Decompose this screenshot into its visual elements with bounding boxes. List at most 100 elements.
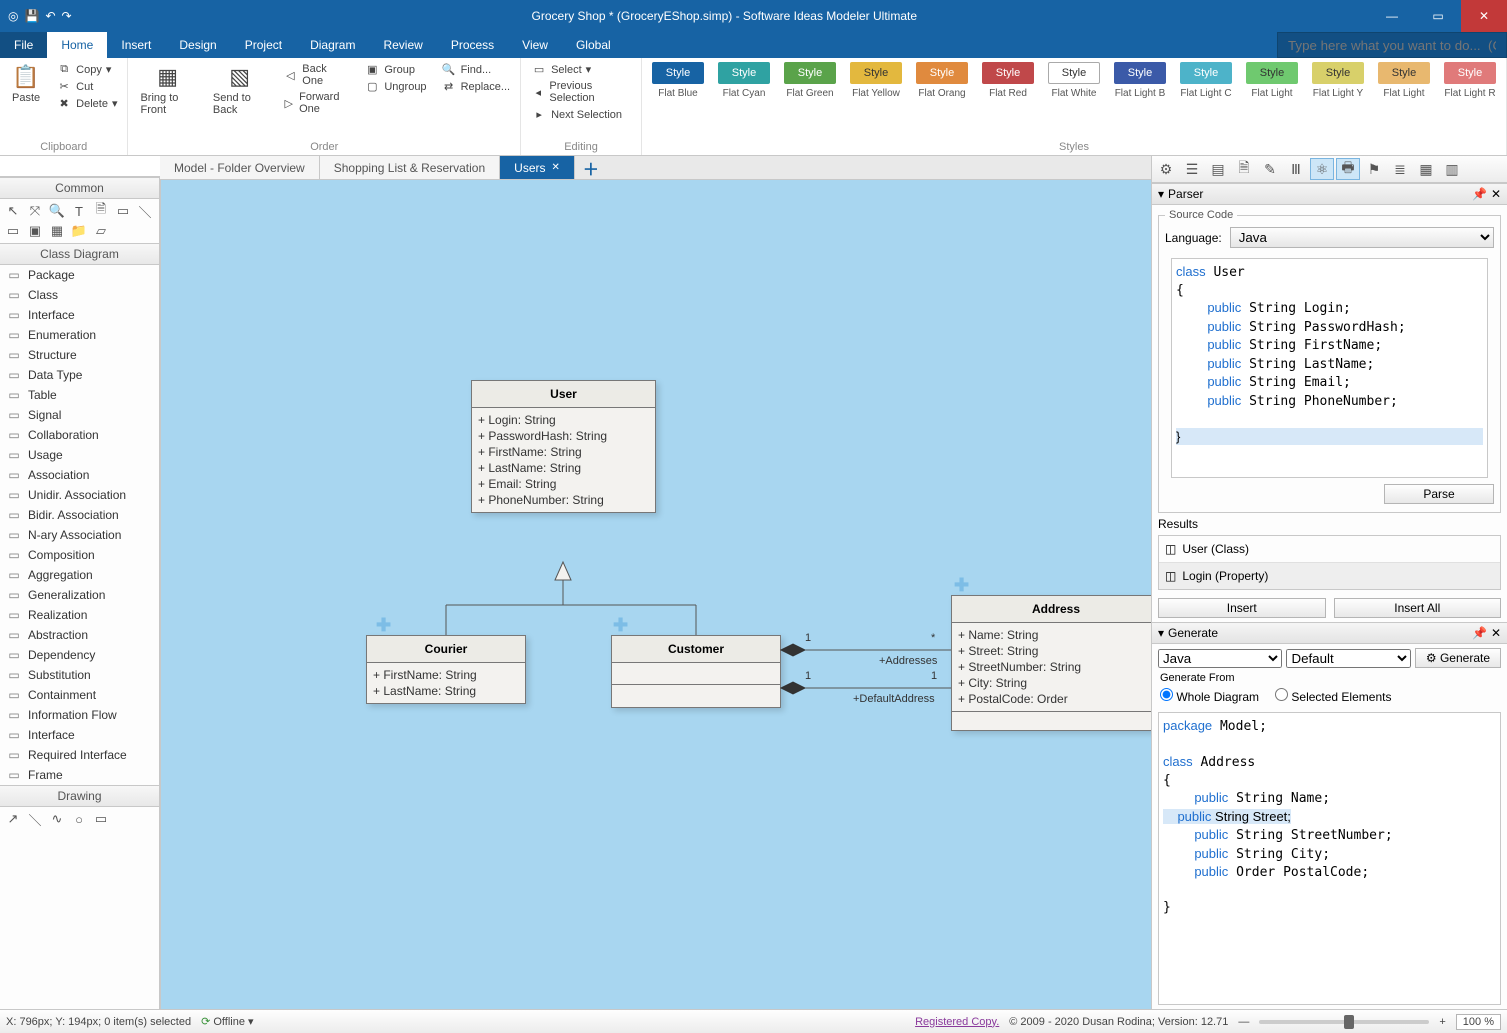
panel-icon[interactable]: ▦ [1414,158,1438,180]
toolbox-item[interactable]: ▭Substitution [0,665,159,685]
draw-ellipse-icon[interactable]: ○ [70,811,88,827]
panel-icon[interactable]: ▥ [1440,158,1464,180]
class-user[interactable]: User + Login: String+ PasswordHash: Stri… [471,380,656,513]
style-swatch[interactable]: StyleFlat Light C [1180,62,1232,99]
add-tab-button[interactable]: ＋ [575,156,607,179]
bring-front-button[interactable]: ▦Bring to Front [136,62,198,118]
tab-insert[interactable]: Insert [107,32,165,58]
parser-panel-icon[interactable]: ⚛ [1310,158,1334,180]
add-element-icon[interactable]: ✚ [376,615,391,636]
doc-tab-users[interactable]: Users✕ [500,156,575,179]
diagram-canvas[interactable]: User + Login: String+ PasswordHash: Stri… [161,180,1151,1009]
toolbox-item[interactable]: ▭Unidir. Association [0,485,159,505]
draw-curve-icon[interactable]: ∿ [48,811,66,827]
panel-icon[interactable]: ✎ [1258,158,1282,180]
redo-icon[interactable]: ↷ [62,9,72,23]
pin-icon[interactable]: 📌 [1472,187,1487,201]
radio-whole-diagram[interactable]: Whole Diagram [1160,688,1259,704]
generate-panel-icon[interactable]: 🖶 [1336,158,1360,180]
save-icon[interactable]: 💾 [24,9,39,23]
tab-view[interactable]: View [508,32,562,58]
insert-button[interactable]: Insert [1158,598,1326,618]
text-tool-icon[interactable]: T [70,203,88,219]
tab-home[interactable]: Home [47,32,107,58]
pin-icon[interactable]: 📌 [1472,626,1487,640]
ungroup-button[interactable]: ▢Ungroup [362,79,428,94]
replace-button[interactable]: ⇄Replace... [439,79,513,94]
registered-link[interactable]: Registered Copy. [915,1016,999,1028]
toolbox-item[interactable]: ▭Composition [0,545,159,565]
style-swatch[interactable]: StyleFlat Cyan [718,62,770,99]
panel-icon[interactable]: ▤ [1206,158,1230,180]
style-swatch[interactable]: StyleFlat Light B [1114,62,1166,99]
style-swatch[interactable]: StyleFlat Light [1246,62,1298,99]
toolbox-item[interactable]: ▭Abstraction [0,625,159,645]
toolbox-item[interactable]: ▭Package [0,265,159,285]
panel-icon[interactable]: ⚑ [1362,158,1386,180]
minimize-button[interactable]: — [1369,0,1415,32]
tab-tool-icon[interactable]: ▱ [92,223,110,239]
generate-button[interactable]: ⚙ Generate [1415,648,1501,668]
language-select[interactable]: Java [1230,227,1494,248]
radio-selected-elements[interactable]: Selected Elements [1275,688,1391,704]
draw-line-icon[interactable]: ＼ [26,811,44,827]
class-customer[interactable]: Customer [611,635,781,708]
panel-icon[interactable]: ≣ [1388,158,1412,180]
group-button[interactable]: ▣Group [362,62,428,77]
toolbox-item[interactable]: ▭Interface [0,305,159,325]
style-swatch[interactable]: StyleFlat Light Y [1312,62,1364,99]
toolbox-item[interactable]: ▭Signal [0,405,159,425]
toolbox-item[interactable]: ▭Required Interface [0,745,159,765]
next-selection-button[interactable]: ▸Next Selection [529,107,633,122]
cut-button[interactable]: ✂Cut [54,79,119,94]
close-button[interactable]: ✕ [1461,0,1507,32]
style-swatch[interactable]: StyleFlat Red [982,62,1034,99]
toolbox-item[interactable]: ▭Usage [0,445,159,465]
panel-icon[interactable]: ⚙ [1154,158,1178,180]
generate-template-select[interactable]: Default [1286,649,1410,668]
generate-code-viewer[interactable]: package Model; class Address { public St… [1158,712,1501,1005]
toolbox-item[interactable]: ▭Bidir. Association [0,505,159,525]
status-offline[interactable]: ⟳ Offline ▾ [201,1015,253,1028]
select-button[interactable]: ▭Select ▾ [529,62,633,77]
pointer-tool-icon[interactable]: ↖ [4,203,22,219]
frame-tool-icon[interactable]: ▣ [26,223,44,239]
zoom-tool-icon[interactable]: 🔍 [48,203,66,219]
tab-file[interactable]: File [0,32,47,58]
class-courier[interactable]: Courier + FirstName: String+ LastName: S… [366,635,526,704]
back-one-button[interactable]: ◁Back One [280,62,352,88]
style-swatch[interactable]: StyleFlat Green [784,62,836,99]
toolbox-item[interactable]: ▭Aggregation [0,565,159,585]
prev-selection-button[interactable]: ◂Previous Selection [529,79,633,105]
close-icon[interactable]: ✕ [552,162,560,173]
delete-button[interactable]: ✖Delete ▾ [54,96,119,111]
tab-design[interactable]: Design [165,32,230,58]
tab-review[interactable]: Review [369,32,436,58]
add-element-icon[interactable]: ✚ [613,615,628,636]
toolbox-item[interactable]: ▭Information Flow [0,705,159,725]
generate-lang-select[interactable]: Java [1158,649,1282,668]
zoom-in-button[interactable]: + [1439,1016,1445,1028]
style-swatch[interactable]: StyleFlat Light [1378,62,1430,99]
copy-button[interactable]: ⧉Copy ▾ [54,62,119,77]
zoom-slider[interactable] [1259,1020,1429,1024]
toolbox-item[interactable]: ▭Generalization [0,585,159,605]
canvas-scroll[interactable]: User + Login: String+ PasswordHash: Stri… [160,180,1151,1009]
doc-tab-shopping[interactable]: Shopping List & Reservation [320,156,500,179]
class-address[interactable]: Address + Name: String+ Street: String+ … [951,595,1151,731]
panel-icon[interactable]: Ⅲ [1284,158,1308,180]
style-swatch[interactable]: StyleFlat White [1048,62,1100,99]
parse-button[interactable]: Parse [1384,484,1494,504]
tab-global[interactable]: Global [562,32,625,58]
tab-process[interactable]: Process [437,32,508,58]
tab-diagram[interactable]: Diagram [296,32,369,58]
line-tool-icon[interactable]: ＼ [136,203,154,219]
draw-rect-icon[interactable]: ▭ [92,811,110,827]
toolbox-section-drawing[interactable]: Drawing [0,785,159,807]
style-swatch[interactable]: StyleFlat Blue [652,62,704,99]
style-swatch[interactable]: StyleFlat Light R [1444,62,1496,99]
forward-one-button[interactable]: ▷Forward One [280,90,352,116]
toolbox-item[interactable]: ▭Enumeration [0,325,159,345]
toolbox-item[interactable]: ▭Interface [0,725,159,745]
chevron-icon[interactable]: ▾ [1158,626,1164,640]
